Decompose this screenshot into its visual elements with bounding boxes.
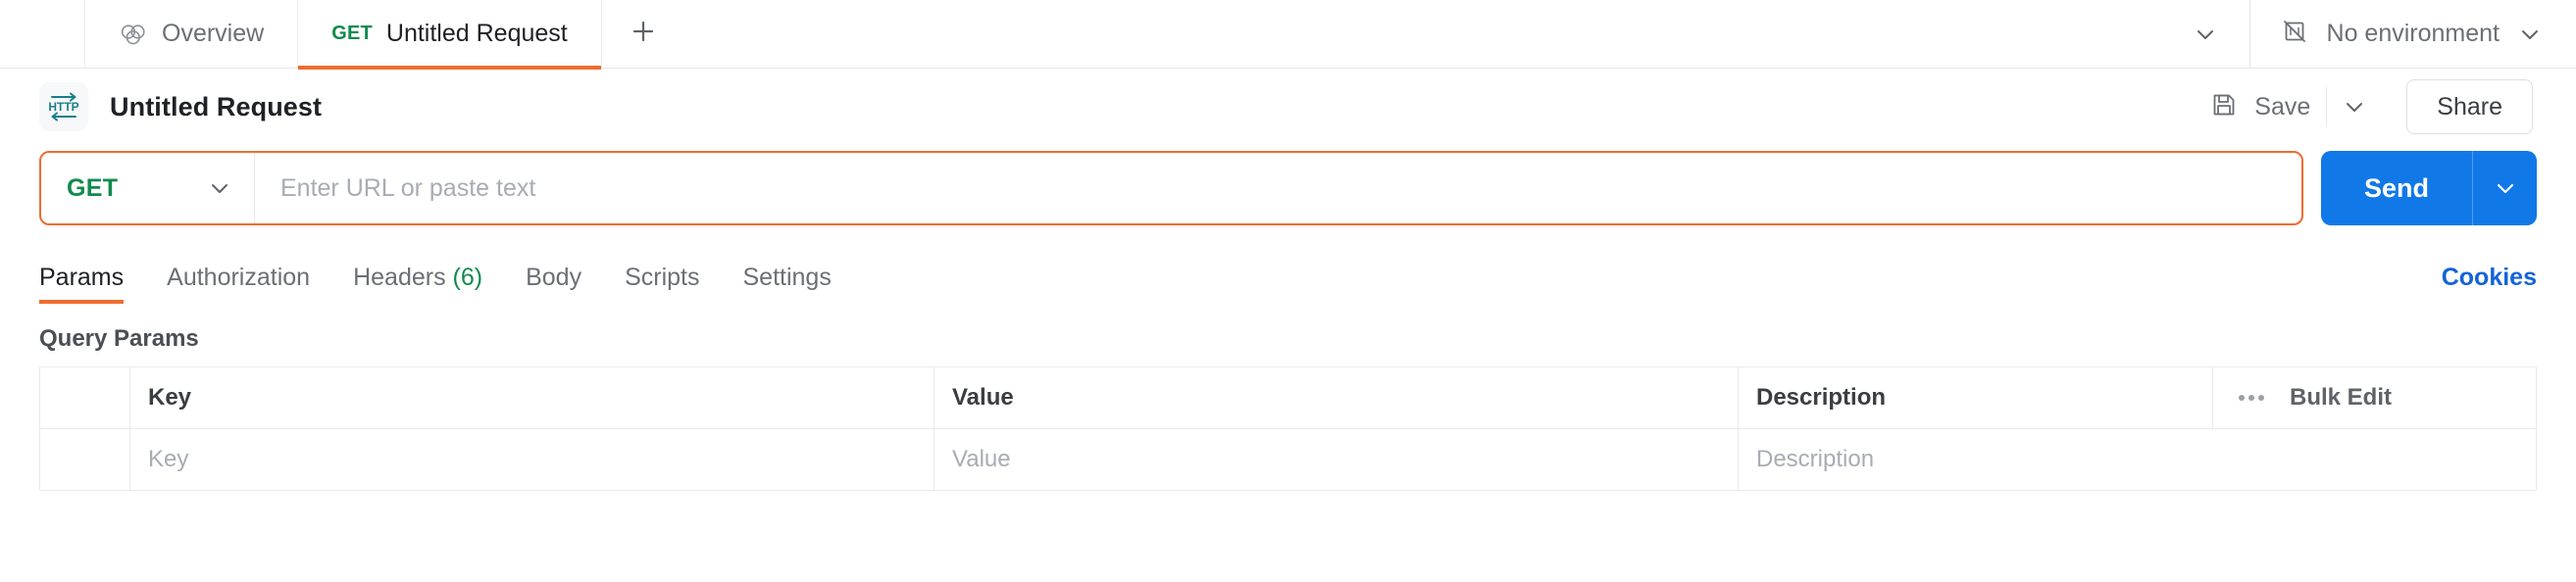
new-tab-button[interactable] [602,0,684,68]
postman-request-builder: Overview GET Untitled Request No environ… [0,0,2576,582]
tab-scripts[interactable]: Scripts [625,264,699,304]
table-row: Key Value Description [39,428,2537,491]
chevron-down-icon [2493,175,2518,201]
send-options-button[interactable] [2472,151,2537,225]
column-header-key: Key [129,366,934,429]
tab-list: Overview GET Untitled Request [0,0,2162,70]
tab-settings-label: Settings [742,264,832,291]
tab-method-badge: GET [331,23,373,44]
environment-label: No environment [2326,20,2500,47]
tab-body-label: Body [526,264,582,291]
request-action-buttons: Save Share [2199,79,2533,134]
page-title: Untitled Request [110,91,323,121]
request-header: HTTP Untitled Request Save Share [0,69,2576,145]
tab-scripts-label: Scripts [625,264,700,291]
bulk-edit-header-cell: Bulk Edit [2212,366,2537,429]
row-key-input[interactable]: Key [129,428,934,491]
overview-circles-icon [119,24,148,45]
save-button-label: Save [2254,92,2311,121]
save-button[interactable]: Save [2199,82,2326,131]
plus-icon [629,17,658,51]
column-header-value: Value [934,366,1739,429]
url-bar: GET [39,151,2303,225]
chevron-down-icon [2342,94,2367,120]
row-description-input[interactable]: Description [1738,428,2537,491]
svg-text:HTTP: HTTP [48,100,78,114]
ellipsis-icon[interactable] [2239,395,2264,401]
request-section-tabs: Params Authorization Headers (6) Body Sc… [0,249,2576,304]
send-button-group: Send [2320,151,2537,225]
cookies-link[interactable]: Cookies [2442,264,2537,304]
tab-headers-count: (6) [452,264,483,291]
table-header-row: Key Value Description Bulk Edit [39,366,2537,429]
tab-params[interactable]: Params [39,264,125,304]
request-title-group: HTTP Untitled Request [39,82,322,131]
tab-overflow-button[interactable] [2162,0,2250,68]
tab-body[interactable]: Body [526,264,581,304]
share-button[interactable]: Share [2406,79,2533,134]
floppy-disk-icon [2209,90,2239,124]
tab-overview[interactable]: Overview [84,0,299,68]
column-header-checkbox [39,366,130,429]
save-options-button[interactable] [2326,87,2381,126]
url-input[interactable] [255,153,2301,223]
send-button[interactable]: Send [2320,151,2472,225]
tab-bar-right-controls: No environment [2162,0,2576,68]
http-method-label: GET [67,173,119,202]
http-method-selector[interactable]: GET [41,153,255,223]
environment-selector[interactable]: No environment [2250,0,2576,68]
tab-authorization-label: Authorization [167,264,311,291]
workspace-tab-bar: Overview GET Untitled Request No environ… [0,0,2576,70]
row-value-input[interactable]: Value [934,428,1739,491]
row-checkbox-cell[interactable] [39,428,130,491]
tab-request-label: Untitled Request [385,20,568,47]
environment-chevron-down-icon [2517,22,2543,47]
query-params-table-wrap: Key Value Description Bulk Edit Key Valu… [0,366,2576,491]
chevron-down-icon [2193,22,2218,47]
chevron-down-icon [207,175,232,201]
query-params-title: Query Params [39,325,199,352]
bulk-edit-button[interactable]: Bulk Edit [2290,384,2392,412]
no-environment-icon [2280,17,2309,51]
column-header-description: Description [1738,366,2213,429]
tab-params-label: Params [39,264,125,291]
tab-authorization[interactable]: Authorization [167,264,310,304]
url-bar-row: GET Send [0,151,2576,225]
tab-overview-label: Overview [162,20,265,47]
tab-untitled-request[interactable]: GET Untitled Request [298,0,602,70]
tab-settings[interactable]: Settings [742,264,831,304]
tab-headers-label: Headers [353,264,446,291]
http-protocol-icon: HTTP [39,82,88,131]
query-params-table: Key Value Description Bulk Edit Key Valu… [39,366,2537,491]
tab-headers[interactable]: Headers (6) [353,264,482,304]
